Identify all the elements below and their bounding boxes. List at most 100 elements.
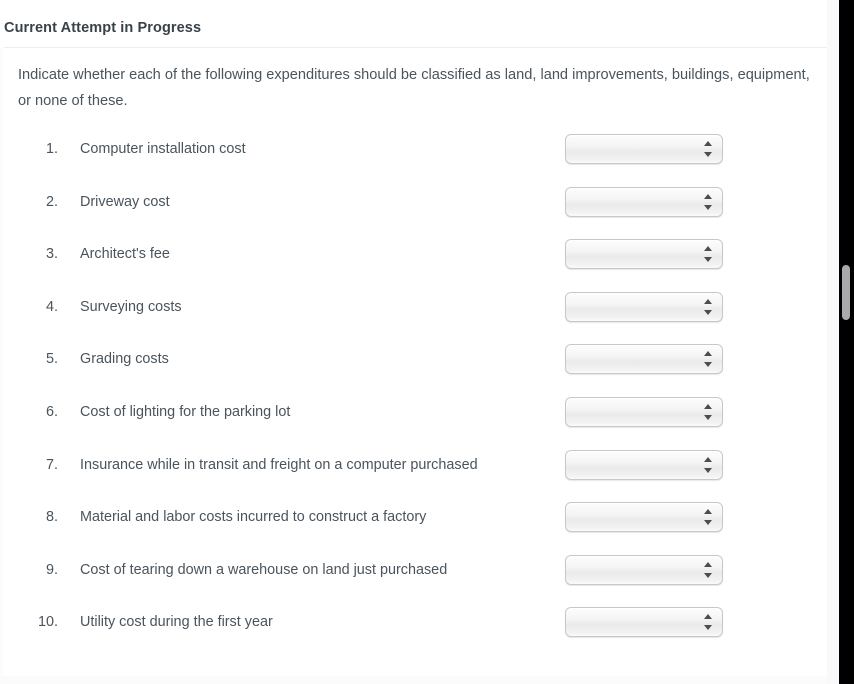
select-stepper-arrows-icon <box>704 141 713 157</box>
triangle-up-icon <box>704 298 712 304</box>
answer-select-wrapper <box>565 186 723 218</box>
select-stepper-arrows-icon <box>704 403 713 420</box>
triangle-down-icon <box>704 625 712 631</box>
answer-select[interactable] <box>565 344 723 375</box>
select-stepper-arrows-icon <box>704 298 713 315</box>
answer-select-wrapper <box>565 502 723 533</box>
select-stepper-arrows-icon <box>704 614 713 631</box>
question-row: 5. Grading costs <box>0 338 827 391</box>
vertical-scrollbar-thumb[interactable] <box>842 265 850 320</box>
triangle-up-icon <box>704 509 712 515</box>
triangle-up-icon <box>704 246 712 252</box>
answer-select-wrapper <box>565 344 723 375</box>
question-label: Architect's fee <box>80 246 170 263</box>
answer-select-value <box>575 345 696 375</box>
answer-select[interactable] <box>565 449 723 481</box>
app-root: Current Attempt in Progress Indicate whe… <box>0 0 854 684</box>
question-row: 3. Architect's fee <box>0 233 827 286</box>
select-stepper-arrows-icon <box>704 509 713 526</box>
select-stepper-arrows-icon <box>704 456 713 473</box>
answer-select-value <box>575 293 696 323</box>
answer-select[interactable] <box>565 554 723 586</box>
triangle-up-icon <box>704 614 712 620</box>
attempt-header: Current Attempt in Progress <box>0 0 827 48</box>
question-number: 7. <box>45 456 58 473</box>
question-row: 6. Cost of lighting for the parking lot <box>0 391 827 444</box>
question-number: 5. <box>45 351 58 368</box>
answer-select-value <box>575 188 696 218</box>
triangle-down-icon <box>704 152 712 157</box>
question-label: Driveway cost <box>80 193 170 210</box>
question-label: Cost of lighting for the parking lot <box>80 403 291 420</box>
question-row: 4. Surveying costs <box>0 286 827 339</box>
answer-select[interactable] <box>565 239 723 270</box>
question-number: 3. <box>45 246 58 263</box>
question-label: Material and labor costs incurred to con… <box>80 509 427 526</box>
triangle-down-icon <box>704 309 712 315</box>
question-label: Cost of tearing down a warehouse on land… <box>80 561 448 578</box>
answer-select-value <box>575 135 696 165</box>
select-stepper-arrows-icon <box>704 351 713 368</box>
answer-select-value <box>575 556 696 586</box>
triangle-down-icon <box>704 414 712 420</box>
question-label: Computer installation cost <box>80 141 246 157</box>
answer-select-wrapper <box>565 291 723 323</box>
question-list: 1. Computer installation cost 2. Driveway c… <box>0 128 827 654</box>
triangle-down-icon <box>704 467 712 473</box>
page-gutter <box>827 0 839 684</box>
header-divider <box>4 47 827 48</box>
triangle-down-icon <box>704 362 712 368</box>
answer-select-wrapper <box>565 449 723 481</box>
question-row: 9. Cost of tearing down a warehouse on la… <box>0 549 827 602</box>
triangle-up-icon <box>704 456 712 462</box>
answer-select[interactable] <box>565 134 723 164</box>
question-label: Utility cost during the first year <box>80 614 273 631</box>
question-label: Grading costs <box>80 351 169 368</box>
answer-select-value <box>575 608 696 638</box>
triangle-down-icon <box>704 204 712 210</box>
answer-select-wrapper <box>565 554 723 586</box>
answer-select[interactable] <box>565 186 723 218</box>
question-number: 2. <box>45 193 58 210</box>
question-row: 8. Material and labor costs incurred to c… <box>0 496 827 549</box>
triangle-down-icon <box>704 572 712 578</box>
select-stepper-arrows-icon <box>704 561 713 578</box>
question-row: 2. Driveway cost <box>0 181 827 234</box>
triangle-up-icon <box>704 141 712 146</box>
triangle-up-icon <box>704 193 712 199</box>
bottom-band <box>0 676 827 684</box>
select-stepper-arrows-icon <box>704 246 713 263</box>
question-row: 10. Utility cost during the first year <box>0 601 827 654</box>
triangle-up-icon <box>704 403 712 409</box>
question-label: Surveying costs <box>80 298 182 315</box>
answer-select[interactable] <box>565 396 723 428</box>
answer-select-value <box>575 503 696 533</box>
answer-select[interactable] <box>565 502 723 533</box>
instructions-text: Indicate whether each of the following e… <box>18 67 810 109</box>
triangle-down-icon <box>704 257 712 263</box>
question-number: 8. <box>45 509 58 526</box>
triangle-up-icon <box>704 351 712 357</box>
answer-select[interactable] <box>565 607 723 638</box>
select-stepper-arrows-icon <box>704 193 713 210</box>
answer-select-value <box>575 451 696 481</box>
answer-select-wrapper <box>565 239 723 270</box>
question-number: 1. <box>45 141 58 157</box>
answer-select-value <box>575 398 696 428</box>
question-number: 4. <box>45 298 58 315</box>
triangle-down-icon <box>704 520 712 526</box>
question-row: 7. Insurance while in transit and freight… <box>0 444 827 497</box>
question-number: 6. <box>45 403 58 420</box>
question-row: 1. Computer installation cost <box>0 128 827 181</box>
question-number: 9. <box>45 561 58 578</box>
answer-select[interactable] <box>565 291 723 323</box>
answer-select-wrapper <box>565 607 723 638</box>
triangle-up-icon <box>704 561 712 567</box>
answer-select-wrapper <box>565 134 723 164</box>
assignment-content-pane: Current Attempt in Progress Indicate whe… <box>0 0 827 684</box>
vertical-scrollbar-track[interactable] <box>839 0 854 684</box>
page-title: Current Attempt in Progress <box>4 20 202 36</box>
question-label: Insurance while in transit and freight o… <box>80 456 478 473</box>
answer-select-wrapper <box>565 396 723 428</box>
question-number: 10. <box>37 614 58 631</box>
